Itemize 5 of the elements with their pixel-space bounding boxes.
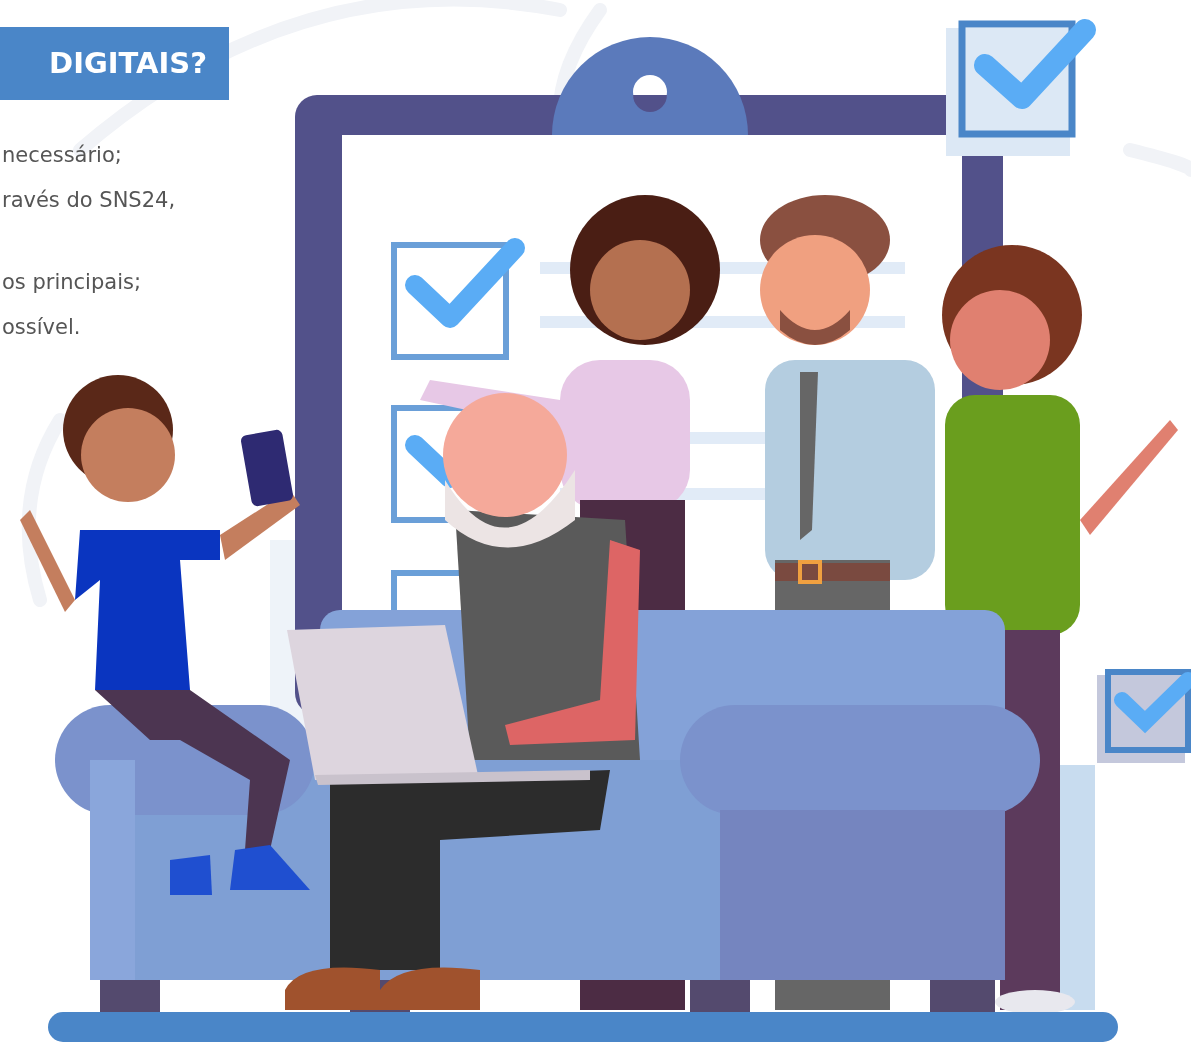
list-item-text: ossível. <box>1 314 82 341</box>
list-item-text: necessário; <box>1 142 123 169</box>
section-heading: DIGITAIS? <box>0 27 229 100</box>
list-item-text: ravés do SNS24, <box>1 187 177 214</box>
list-item-text: os principais; <box>1 269 142 296</box>
